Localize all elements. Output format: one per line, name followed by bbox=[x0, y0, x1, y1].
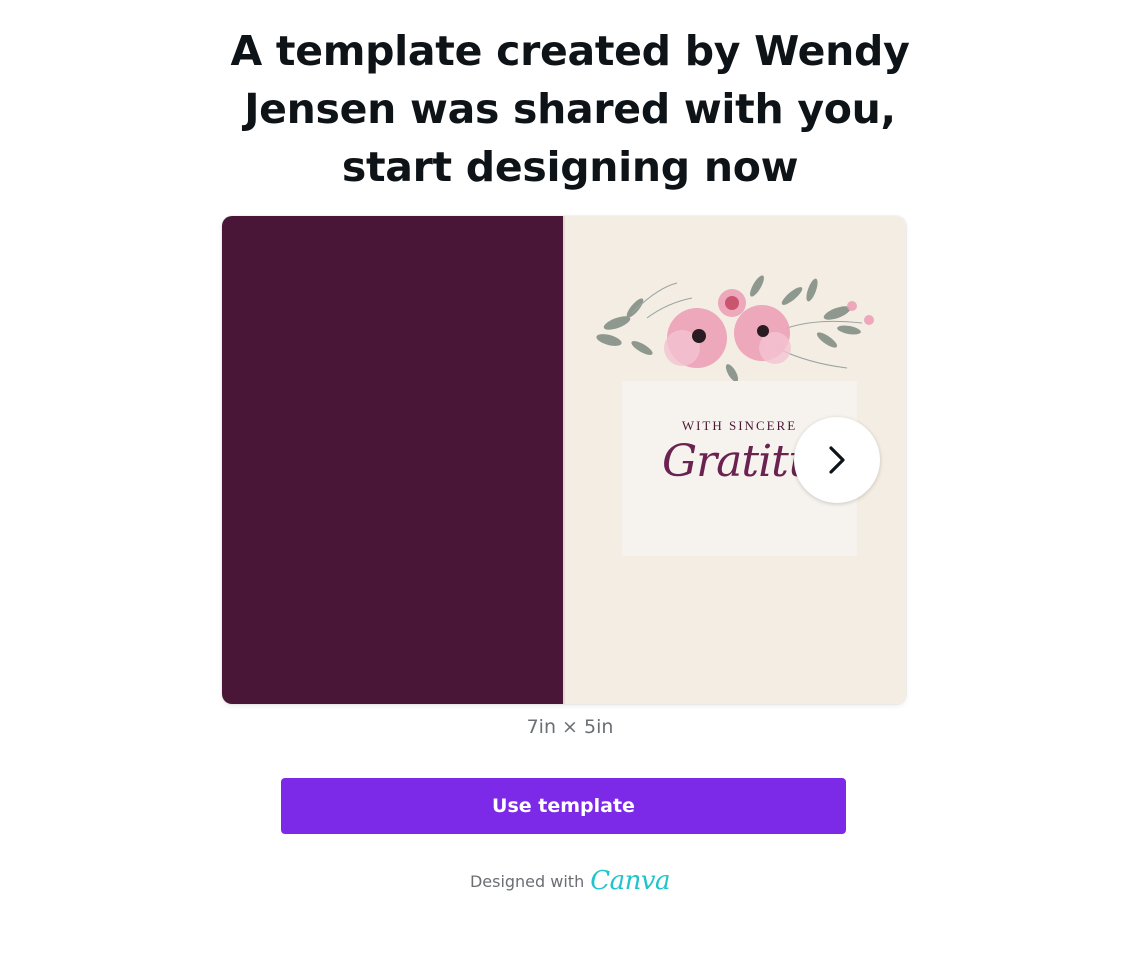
page-title: A template created by Wendy Jensen was s… bbox=[230, 27, 910, 191]
card-cover-panel bbox=[222, 216, 563, 704]
canva-logo[interactable]: Canva bbox=[590, 866, 670, 896]
template-dimensions: 7in × 5in bbox=[526, 716, 614, 738]
use-template-button[interactable]: Use template bbox=[281, 778, 846, 834]
designed-with-footer: Designed with Canva bbox=[0, 866, 1140, 896]
next-page-button[interactable] bbox=[794, 417, 880, 503]
designed-with-label: Designed with bbox=[469, 871, 585, 891]
chevron-right-icon bbox=[829, 446, 845, 474]
